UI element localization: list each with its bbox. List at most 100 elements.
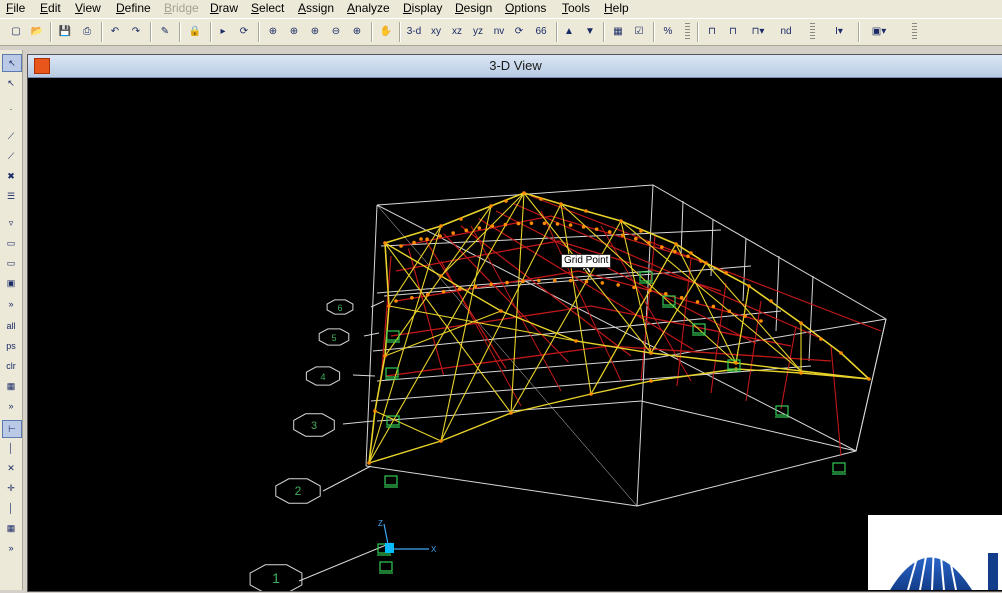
- window-title-bar[interactable]: 3-D View: [28, 55, 1002, 78]
- draw-secondary-beams-icon[interactable]: ☰: [2, 188, 20, 204]
- joint: [568, 223, 573, 227]
- move-down-icon[interactable]: ▼: [582, 22, 598, 42]
- menu-help[interactable]: Help: [604, 0, 629, 18]
- joint: [769, 299, 773, 303]
- snap-intersections-icon[interactable]: ✕: [2, 460, 20, 476]
- toolbar-separator: [697, 22, 699, 42]
- refresh-icon[interactable]: ⟳: [235, 22, 253, 42]
- run-analysis-icon[interactable]: ▸: [215, 22, 231, 42]
- new-file-icon[interactable]: ▢: [8, 22, 24, 42]
- grid-line: [808, 275, 814, 362]
- menu-file[interactable]: File: [6, 0, 25, 18]
- joint: [367, 461, 371, 465]
- zoom-all-icon[interactable]: ⊕: [348, 22, 366, 42]
- menu-design[interactable]: Design: [455, 0, 492, 18]
- menu-select[interactable]: Select: [251, 0, 284, 18]
- previous-selection-button[interactable]: ps: [2, 338, 20, 354]
- redo-icon[interactable]: ↷: [128, 22, 144, 42]
- view-xy-button[interactable]: xy: [427, 22, 445, 42]
- snap-perpendicular-icon[interactable]: ✛: [2, 480, 20, 496]
- truss-section-icon[interactable]: ⊓: [724, 22, 742, 42]
- toolbar-expand-icon[interactable]: »: [2, 296, 20, 312]
- menu-display[interactable]: Display: [403, 0, 442, 18]
- zoom-in-icon[interactable]: ⊕: [306, 22, 324, 42]
- lock-icon[interactable]: 🔒: [186, 22, 204, 42]
- 3d-view-window[interactable]: 3-D View 123456 XZ Grid Point: [27, 54, 1002, 592]
- joint: [689, 251, 693, 255]
- draw-poly-area-icon[interactable]: ▿: [2, 215, 20, 231]
- perspective-toggle-button[interactable]: 66: [531, 22, 551, 42]
- grid-bubbles: 1 2 3 4 5 6: [249, 299, 354, 591]
- view-yz-button[interactable]: yz: [469, 22, 487, 42]
- joint: [489, 204, 493, 208]
- snap-ends-icon[interactable]: │: [2, 440, 20, 456]
- joint: [464, 228, 469, 233]
- zoom-window-icon[interactable]: ⊕: [264, 22, 282, 42]
- menu-define[interactable]: Define: [116, 0, 151, 18]
- toolbar-grip[interactable]: [810, 23, 815, 41]
- menu-edit[interactable]: Edit: [40, 0, 61, 18]
- support-symbol: [386, 330, 400, 343]
- snap-grid-icon[interactable]: ▦: [2, 520, 20, 536]
- support-symbol: [832, 462, 846, 475]
- frame-section-icon[interactable]: ⊓: [703, 22, 721, 42]
- menu-assign[interactable]: Assign: [298, 0, 334, 18]
- zoom-restore-icon[interactable]: ⊕: [285, 22, 303, 42]
- print-icon[interactable]: ⎙: [77, 22, 97, 42]
- joint: [490, 224, 495, 228]
- joint: [503, 222, 508, 227]
- draw-solid-icon[interactable]: ▣: [2, 275, 20, 291]
- joint: [686, 254, 690, 259]
- menu-draw[interactable]: Draw: [210, 0, 238, 18]
- model-canvas[interactable]: 123456 XZ: [28, 78, 1002, 591]
- show-nd-button[interactable]: nd: [776, 22, 796, 42]
- toolbar-grip[interactable]: [912, 23, 917, 41]
- draw-rect-area-icon[interactable]: ▭: [2, 235, 20, 251]
- percent-options-icon[interactable]: %: [659, 22, 677, 42]
- open-folder-icon[interactable]: 📂: [28, 22, 46, 42]
- object-shrink-icon[interactable]: ▦: [609, 22, 627, 42]
- toolbar-separator: [603, 22, 605, 42]
- menu-options[interactable]: Options: [505, 0, 546, 18]
- draw-braces-icon[interactable]: ✖: [2, 168, 20, 184]
- quick-draw-area-icon[interactable]: ▭: [2, 255, 20, 271]
- menu-tools[interactable]: Tools: [562, 0, 590, 18]
- toolbar-expand-icon[interactable]: »: [2, 398, 20, 414]
- menu-bridge[interactable]: Bridge: [164, 0, 199, 18]
- toolbar-grip[interactable]: [685, 23, 690, 41]
- move-up-icon[interactable]: ▲: [561, 22, 577, 42]
- draw-frame-icon[interactable]: ⟋: [2, 128, 20, 144]
- joint: [584, 209, 588, 213]
- menu-analyze[interactable]: Analyze: [347, 0, 390, 18]
- truss-web: [368, 225, 442, 464]
- draw-point-icon[interactable]: ·: [2, 101, 20, 117]
- save-icon[interactable]: 💾: [56, 22, 74, 42]
- toolbar-separator: [179, 22, 181, 42]
- clear-selection-button[interactable]: clr: [2, 358, 20, 374]
- rotate-view-icon[interactable]: ⟳: [510, 22, 528, 42]
- quick-draw-frame-icon[interactable]: ⟋: [2, 148, 20, 164]
- display-tables-icon[interactable]: ▣▾: [866, 22, 892, 42]
- zoom-out-icon[interactable]: ⊖: [327, 22, 345, 42]
- toolbar-expand-icon[interactable]: »: [2, 540, 20, 556]
- view-xz-button[interactable]: xz: [448, 22, 466, 42]
- snap-points-icon[interactable]: ⊢: [2, 420, 22, 438]
- bracing-member: [388, 225, 442, 307]
- undo-icon[interactable]: ↶: [107, 22, 123, 42]
- snap-lines-icon[interactable]: │: [2, 500, 20, 516]
- pointer-select-icon[interactable]: ↖: [2, 54, 22, 72]
- reshape-pointer-icon[interactable]: ↖: [2, 75, 20, 91]
- view-3d-button[interactable]: 3-d: [404, 22, 424, 42]
- view-nv-button[interactable]: nv: [490, 22, 508, 42]
- pan-hand-icon[interactable]: ✋: [377, 22, 395, 42]
- select-intersecting-icon[interactable]: ▦: [2, 378, 20, 394]
- menu-view[interactable]: View: [75, 0, 101, 18]
- set-display-options-icon[interactable]: ☑: [630, 22, 648, 42]
- pencil-icon[interactable]: ✎: [157, 22, 173, 42]
- section-designer-icon[interactable]: I▾: [828, 22, 850, 42]
- joint: [619, 219, 623, 223]
- grid-line: [352, 374, 376, 377]
- grid-line: [742, 237, 747, 302]
- select-all-button[interactable]: all: [2, 318, 20, 334]
- frame-dropdown-icon[interactable]: ⊓▾: [745, 22, 771, 42]
